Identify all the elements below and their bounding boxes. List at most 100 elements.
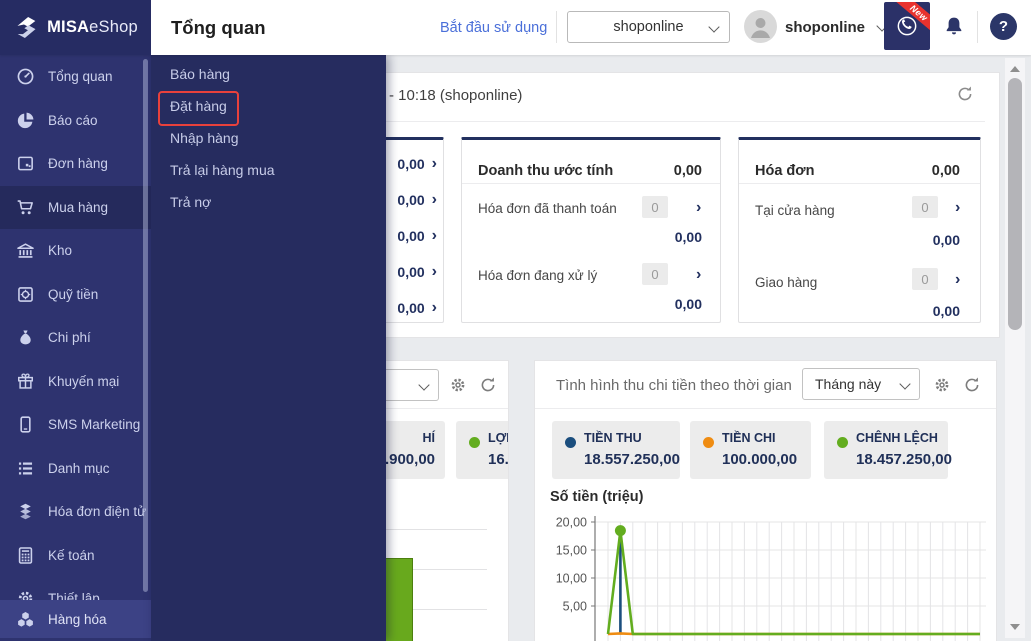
cash-flow-chart-panel: Tình hình thu chi tiền theo thời gian Th… <box>534 360 997 641</box>
legend-value: 18.457.250,00 <box>856 451 952 468</box>
invoice-card: Hóa đơn 0,00 Tại cửa hàng 0 0,00 Giao hà… <box>738 137 981 323</box>
logo[interactable]: MISAeShop <box>0 0 151 55</box>
person-icon <box>751 18 770 38</box>
misa-eshop-app: - 10:18 (shoponline) 0,00 0,00 0,00 0,00… <box>0 0 1031 641</box>
chevron-right-icon[interactable] <box>696 267 701 283</box>
sidebar-item-label: SMS Marketing <box>48 417 141 433</box>
user-menu[interactable]: shoponline <box>785 0 888 55</box>
summary-value: 0,00 <box>397 192 425 208</box>
refresh-icon[interactable] <box>956 85 974 103</box>
submenu-item-nhap-hang[interactable]: Nhập hàng <box>151 122 386 154</box>
question-icon: ? <box>998 18 1009 35</box>
divider <box>535 408 996 409</box>
row-amount: 0,00 <box>674 296 702 312</box>
legend-label: TIỀN THU <box>584 431 642 445</box>
count-badge[interactable]: 0 <box>642 196 668 218</box>
orders-icon <box>15 154 35 173</box>
sidebar-scrollbar[interactable] <box>143 59 148 592</box>
gift-icon <box>15 372 35 391</box>
sidebar-item-hang-hoa[interactable]: Hàng hóa <box>0 600 166 638</box>
legend-value: 100.000,00 <box>722 451 798 468</box>
e-invoice-icon <box>15 502 35 521</box>
submenu-item-label: Nhập hàng <box>170 130 239 146</box>
legend-chip-tien-thu: TIỀN THU 18.557.250,00 <box>552 421 680 479</box>
svg-text:20,00: 20,00 <box>556 516 587 530</box>
sidebar-item-label: Kho <box>48 243 73 259</box>
gear-icon[interactable] <box>449 376 467 394</box>
estimated-revenue-card: Doanh thu ước tính 0,00 Hóa đơn đã thanh… <box>461 137 721 323</box>
svg-text:5,00: 5,00 <box>563 600 587 614</box>
sidebar-item-label: Khuyến mại <box>48 373 120 389</box>
scroll-up-arrow[interactable] <box>1010 66 1020 72</box>
shop-selector[interactable]: shoponline <box>567 11 730 43</box>
gear-icon[interactable] <box>933 376 951 394</box>
refresh-icon[interactable] <box>963 376 981 394</box>
header-divider <box>556 11 557 43</box>
card-title: Hóa đơn <box>755 163 815 179</box>
list-icon <box>15 459 35 478</box>
row-amount: 0,00 <box>932 232 960 248</box>
top-header: MISAeShop Tổng quan Bắt đầu sử dụng shop… <box>0 0 1031 55</box>
legend-dot <box>703 437 714 448</box>
submenu-item-label: Trả nợ <box>170 194 212 210</box>
page-title: Tổng quan <box>171 16 266 38</box>
sidebar-item-chi-phi[interactable]: Chi phí <box>0 316 151 360</box>
sidebar-item-label: Mua hàng <box>48 199 109 215</box>
scrollbar-thumb[interactable] <box>1008 78 1022 330</box>
submenu-item-label: Báo hàng <box>170 66 230 82</box>
sidebar-item-quy-tien[interactable]: Quỹ tiền <box>0 273 151 317</box>
start-using-link[interactable]: Bắt đầu sử dụng <box>440 0 547 55</box>
sms-icon <box>15 415 35 434</box>
sidebar-item-label: Báo cáo <box>48 112 98 128</box>
avatar[interactable] <box>744 10 777 43</box>
submenu-item-dat-hang[interactable]: Đặt hàng <box>151 90 386 122</box>
legend-chip-chenh-lech: CHÊNH LỆCH 18.457.250,00 <box>824 421 952 479</box>
logo-text-light: eShop <box>89 18 138 36</box>
legend-value: 18.557.250,00 <box>584 451 680 468</box>
scroll-down-arrow[interactable] <box>1010 624 1020 630</box>
legend-dot <box>565 437 576 448</box>
refresh-icon[interactable] <box>479 376 497 394</box>
card-title: Doanh thu ước tính <box>478 163 614 179</box>
sidebar-item-mua-hang[interactable]: Mua hàng <box>0 185 151 229</box>
chevron-right-icon <box>432 155 437 173</box>
sidebar-item-hoa-don-dien-tu[interactable]: Hóa đơn điện tử <box>0 490 151 534</box>
notifications-button[interactable] <box>942 15 966 39</box>
chevron-right-icon <box>432 299 437 317</box>
chevron-right-icon[interactable] <box>955 200 960 216</box>
legend-label: LỢI N <box>488 431 509 445</box>
divider <box>739 183 980 184</box>
submenu-item-bao-hang[interactable]: Báo hàng <box>151 58 386 90</box>
mua-hang-submenu: Báo hàng Đặt hàng Nhập hàng Trả lại hàng… <box>151 55 386 641</box>
submenu-item-tra-lai-hang-mua[interactable]: Trả lại hàng mua <box>151 154 386 186</box>
count-badge[interactable]: 0 <box>912 268 938 290</box>
main-scrollbar[interactable] <box>1005 58 1025 638</box>
count-badge[interactable]: 0 <box>642 263 668 285</box>
sidebar-item-khuyen-mai[interactable]: Khuyến mại <box>0 360 151 404</box>
divider <box>462 183 720 184</box>
support-phone-button[interactable]: New <box>884 2 930 50</box>
legend-label: CHÊNH LỆCH <box>856 431 938 445</box>
safe-icon <box>15 285 35 304</box>
sidebar-item-bao-cao[interactable]: Báo cáo <box>0 99 151 143</box>
misa-logo-icon <box>13 14 40 41</box>
count-badge[interactable]: 0 <box>912 196 938 218</box>
help-button[interactable]: ? <box>990 13 1017 40</box>
sidebar-item-kho[interactable]: Kho <box>0 229 151 273</box>
sidebar-item-don-hang[interactable]: Đơn hàng <box>0 142 151 186</box>
chevron-right-icon[interactable] <box>696 200 701 216</box>
row-label: Hóa đơn đã thanh toán <box>478 201 617 216</box>
sidebar-item-danh-muc[interactable]: Danh mục <box>0 447 151 491</box>
period-dropdown[interactable]: Tháng này <box>802 368 920 400</box>
sidebar-item-tong-quan[interactable]: Tổng quan <box>0 55 151 99</box>
submenu-item-label: Đặt hàng <box>170 98 227 114</box>
sidebar-item-ke-toan[interactable]: Kế toán <box>0 534 151 578</box>
submenu-item-tra-no[interactable]: Trả nợ <box>151 186 386 218</box>
card-value: 0,00 <box>931 163 960 179</box>
chevron-right-icon[interactable] <box>955 272 960 288</box>
sidebar-item-sms-marketing[interactable]: SMS Marketing <box>0 403 151 447</box>
y-axis-title: Số tiền (triệu) <box>550 489 644 505</box>
logo-text-bold: MISA <box>47 18 90 36</box>
cart-icon <box>15 198 35 217</box>
chevron-down-icon <box>899 378 911 390</box>
